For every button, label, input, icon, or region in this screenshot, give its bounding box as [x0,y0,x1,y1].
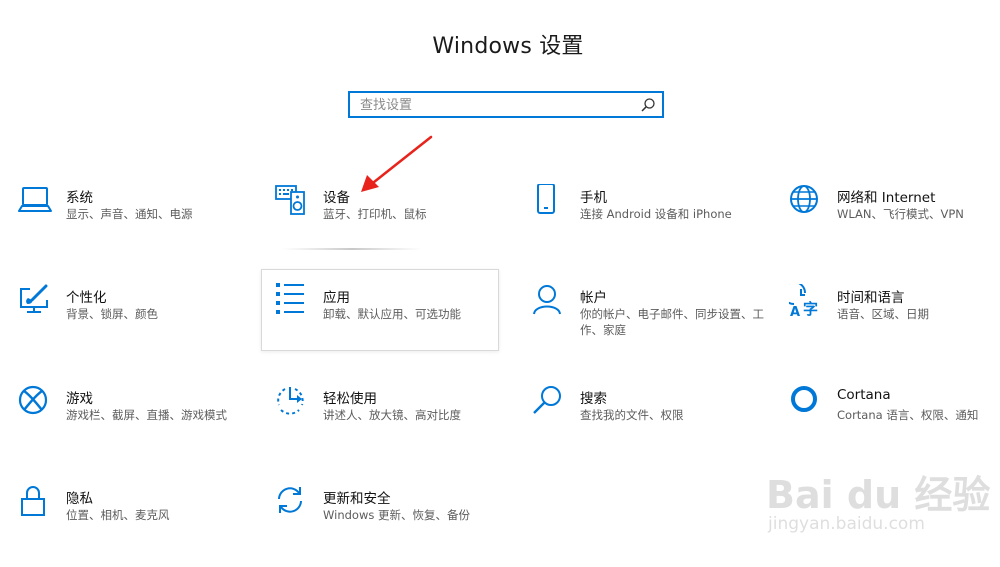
tile-name: 个性化 [66,290,107,306]
tile-cortana[interactable]: Cortana Cortana 语言、权限、通知 [789,385,1000,467]
laptop-icon [18,187,52,212]
tile-description: WLAN、飞行模式、VPN [837,207,964,221]
search-input[interactable] [360,95,630,115]
svg-text:A: A [790,305,800,318]
tile-phone[interactable]: 手机 连接 Android 设备和 iPhone [532,184,770,266]
globe-icon [790,185,818,213]
tile-apps[interactable]: 应用 卸载、默认应用、可选功能 [261,269,499,351]
person-icon [533,285,561,315]
tile-name: 帐户 [580,290,607,306]
tile-name: 更新和安全 [323,491,391,507]
watermark-url: jingyan.baidu.com [768,514,925,534]
tile-name: 游戏 [66,391,93,407]
tile-description: 背景、锁屏、颜色 [66,307,158,321]
divider-line [282,248,422,250]
tile-description: 讲述人、放大镜、高对比度 [323,408,461,422]
tile-description: 位置、相机、麦克风 [66,508,170,522]
tile-description: 语音、区域、日期 [837,307,929,321]
xbox-icon [18,385,48,415]
svg-text:字: 字 [803,300,818,318]
search-icon [533,386,561,414]
baidu-jingyan-watermark: Bai du 经验 jingyan.baidu.com [758,458,998,548]
tile-name: 时间和语言 [837,290,905,306]
keyboard-speaker-icon [275,185,305,215]
lock-icon [21,486,45,516]
tile-description: 蓝牙、打印机、鼠标 [323,207,427,221]
annotation-arrow-icon [361,135,433,192]
tile-network[interactable]: 网络和 Internet WLAN、飞行模式、VPN [789,184,1000,266]
tile-time-language[interactable]: A 字 时间和语言 语音、区域、日期 [789,284,1000,366]
tile-description: 游戏栏、截屏、直播、游戏模式 [66,408,227,422]
tile-name: 设备 [323,190,350,206]
tile-gaming[interactable]: 游戏 游戏栏、截屏、直播、游戏模式 [18,385,256,467]
tile-name: Cortana [837,387,891,403]
sync-icon [278,487,302,513]
tile-name: 系统 [66,190,93,206]
tile-name: 网络和 Internet [837,190,936,206]
tile-name: 隐私 [66,491,93,507]
tile-name: 应用 [323,290,350,306]
tile-description: 卸载、默认应用、可选功能 [323,307,461,321]
tile-search[interactable]: 搜索 查找我的文件、权限 [532,385,770,467]
page-title: Windows 设置 [432,34,584,59]
time-language-icon: A 字 [789,284,818,318]
tile-name: 轻松使用 [323,391,377,407]
tile-update-security[interactable]: 更新和安全 Windows 更新、恢复、备份 [275,485,513,567]
phone-icon [537,184,555,214]
tile-ease-of-access[interactable]: 轻松使用 讲述人、放大镜、高对比度 [275,385,513,467]
tile-description: 连接 Android 设备和 iPhone [580,207,732,221]
tile-description: 你的帐户、电子邮件、同步设置、工作、家庭 [580,307,764,337]
tile-system[interactable]: 系统 显示、声音、通知、电源 [18,184,256,266]
watermark-brand: Bai du 经验 [766,473,991,517]
paint-monitor-icon [20,284,48,313]
tile-description: 显示、声音、通知、电源 [66,207,193,221]
tile-devices[interactable]: 设备 蓝牙、打印机、鼠标 [275,184,513,266]
tile-accounts[interactable]: 帐户 你的帐户、电子邮件、同步设置、工作、家庭 [532,284,770,366]
tile-description: 查找我的文件、权限 [580,408,684,422]
tile-description: Windows 更新、恢复、备份 [323,508,470,522]
tile-description: Cortana 语言、权限、通知 [837,408,979,422]
tile-privacy[interactable]: 隐私 位置、相机、麦克风 [18,485,256,567]
tile-name: 手机 [580,190,607,206]
search-icon[interactable] [640,97,656,113]
cortana-ring-icon [791,386,817,412]
search-box[interactable] [348,91,664,118]
tile-name: 搜索 [580,391,607,407]
tile-personalization[interactable]: 个性化 背景、锁屏、颜色 [18,284,256,366]
ease-of-access-icon [277,387,304,415]
app-list-icon [276,283,304,314]
